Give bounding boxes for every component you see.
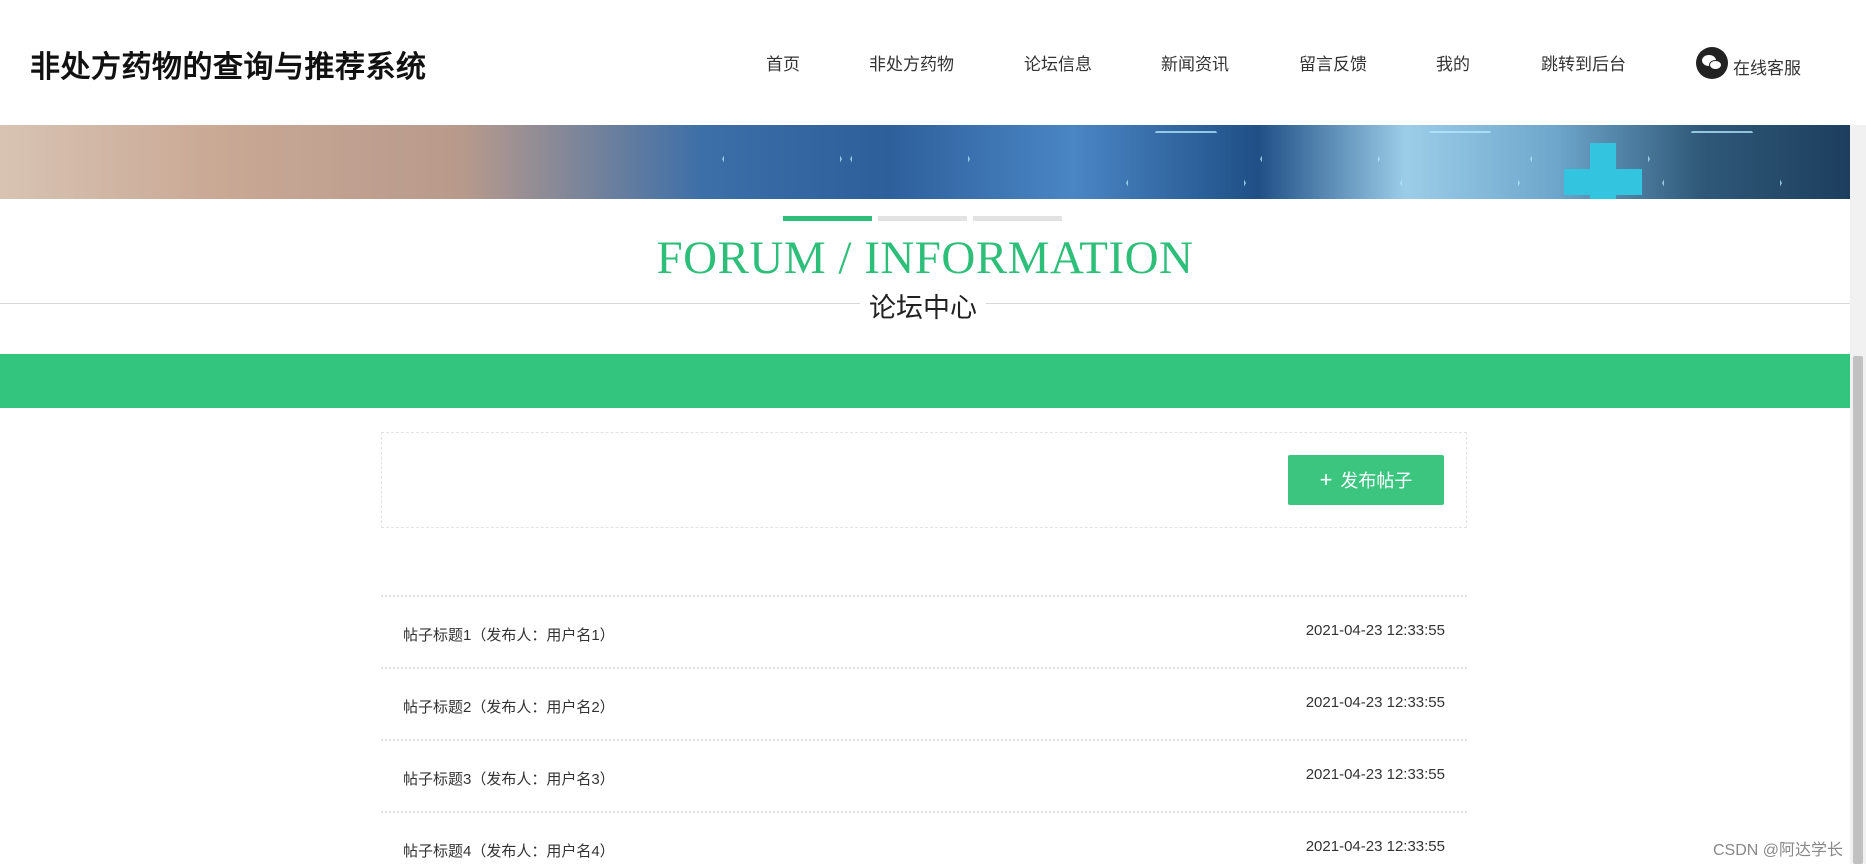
post-time: 2021-04-23 12:33:55 xyxy=(1305,694,1445,711)
nav-item-news[interactable]: 新闻资讯 xyxy=(1161,50,1229,75)
page-scrollbar[interactable] xyxy=(1850,125,1866,864)
section-banner-bar xyxy=(0,354,1850,408)
post-title[interactable]: 帖子标题1（发布人：用户名1） xyxy=(403,624,615,645)
post-title[interactable]: 帖子标题4（发布人：用户名4） xyxy=(403,840,615,861)
nav-item-feedback[interactable]: 留言反馈 xyxy=(1299,50,1367,75)
publish-post-label: 发布帖子 xyxy=(1340,471,1413,491)
medical-cross-icon xyxy=(1564,143,1642,199)
post-title[interactable]: 帖子标题3（发布人：用户名3） xyxy=(403,768,615,789)
plus-icon: + xyxy=(1319,467,1333,492)
list-item[interactable]: 帖子标题4（发布人：用户名4） 2021-04-23 12:33:55 xyxy=(381,811,1467,864)
banner-hex-shape xyxy=(722,125,842,199)
list-item[interactable]: 帖子标题2（发布人：用户名2） 2021-04-23 12:33:55 xyxy=(381,667,1467,739)
post-time: 2021-04-23 12:33:55 xyxy=(1305,838,1445,855)
carousel-indicators xyxy=(783,216,1062,221)
online-service-link[interactable]: 在线客服 xyxy=(1696,46,1801,79)
carousel-dot[interactable] xyxy=(973,216,1062,221)
banner-hex-shape xyxy=(1260,125,1380,199)
main-nav: 首页 非处方药物 论坛信息 新闻资讯 留言反馈 我的 跳转到后台 xyxy=(0,50,1850,74)
post-time: 2021-04-23 12:33:55 xyxy=(1305,766,1445,783)
nav-item-admin[interactable]: 跳转到后台 xyxy=(1541,50,1626,75)
section-title-cn: 论坛中心 xyxy=(860,286,986,325)
post-title[interactable]: 帖子标题2（发布人：用户名2） xyxy=(403,696,615,717)
carousel-dot-active[interactable] xyxy=(783,216,872,221)
nav-item-forum[interactable]: 论坛信息 xyxy=(1024,50,1092,75)
banner-hex-shape xyxy=(1126,131,1246,199)
banner-hex-shape xyxy=(1662,131,1782,199)
post-time: 2021-04-23 12:33:55 xyxy=(1305,622,1445,639)
banner-hex-shape xyxy=(1400,131,1520,199)
wechat-icon xyxy=(1696,46,1728,79)
post-list: 帖子标题1（发布人：用户名1） 2021-04-23 12:33:55 帖子标题… xyxy=(381,595,1467,864)
hero-banner xyxy=(0,125,1850,199)
online-service-label: 在线客服 xyxy=(1733,59,1801,78)
carousel-dot[interactable] xyxy=(878,216,967,221)
site-header: 非处方药物的查询与推荐系统 首页 非处方药物 论坛信息 新闻资讯 留言反馈 我的… xyxy=(0,0,1850,125)
scrollbar-thumb[interactable] xyxy=(1853,356,1863,864)
publish-post-button[interactable]: + 发布帖子 xyxy=(1288,455,1444,505)
nav-item-mine[interactable]: 我的 xyxy=(1436,50,1470,75)
nav-item-otc-drugs[interactable]: 非处方药物 xyxy=(869,50,954,75)
section-title-en: FORUM / INFORMATION xyxy=(656,232,1194,284)
banner-hex-shape xyxy=(850,125,970,199)
list-item[interactable]: 帖子标题1（发布人：用户名1） 2021-04-23 12:33:55 xyxy=(381,595,1467,667)
watermark-text: CSDN @阿达学长 xyxy=(1713,842,1844,859)
list-item[interactable]: 帖子标题3（发布人：用户名3） 2021-04-23 12:33:55 xyxy=(381,739,1467,811)
nav-item-home[interactable]: 首页 xyxy=(766,50,800,75)
